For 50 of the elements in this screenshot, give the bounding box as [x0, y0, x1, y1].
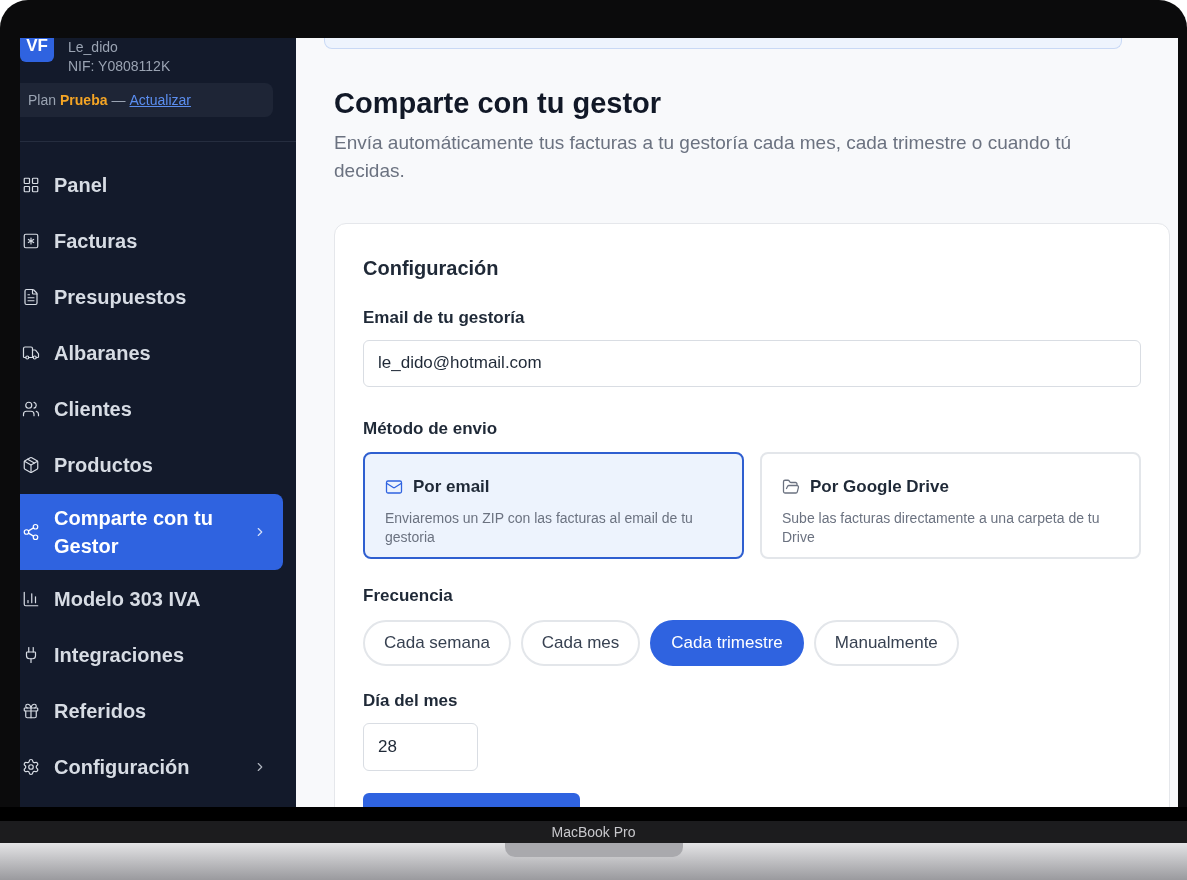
field-label: Método de envio — [363, 417, 499, 440]
frequency-option[interactable]: Cada mes — [520, 619, 641, 666]
field-label: Email de tu gestoría — [363, 307, 526, 329]
sidebar-item[interactable]: Facturas — [20, 214, 283, 268]
plan-separator: — — [111, 90, 126, 110]
page-title: Comparte con tu gestor — [334, 86, 663, 121]
delivery-option[interactable]: Por Google Drive Sube las facturas directamente a una carpeta de tu Drive — [760, 452, 1141, 559]
document-icon — [22, 288, 40, 306]
sidebar-item[interactable]: Presupuestos — [20, 270, 283, 324]
plan-name: Prueba — [60, 90, 108, 110]
truck-icon — [22, 344, 40, 362]
email-input-field[interactable]: le_dido@hotmail.com — [363, 339, 1141, 387]
users-icon — [22, 400, 40, 418]
day-input-field[interactable]: 28 — [363, 723, 478, 771]
field-label: Frecuencia — [363, 585, 454, 607]
page-subtitle: Envía automáticamente tus facturas a tu gestoría cada mes, cada trimestre o cuando tú decidas. — [334, 131, 1073, 183]
settings-icon — [22, 758, 40, 776]
share-icon — [22, 523, 40, 541]
avatar: VF — [20, 38, 54, 62]
document-icon — [22, 232, 40, 250]
option-title: Por Google Drive — [810, 476, 949, 498]
upgrade-link[interactable]: Actualizar — [129, 89, 191, 111]
option-description: Enviaremos un ZIP con las facturas al email de tu gestoria — [385, 508, 694, 547]
sidebar-item[interactable]: Referidos — [20, 684, 283, 738]
sidebar-item[interactable]: Productos — [20, 438, 283, 492]
grid-icon — [22, 176, 40, 194]
account-nif: NIF: Y0808112K — [68, 57, 171, 76]
delivery-option[interactable]: Por email Enviaremos un ZIP con las facturas al email de tu gestoria — [363, 452, 744, 559]
sidebar-item[interactable]: Albaranes — [20, 326, 283, 380]
sidebar-item[interactable]: Configuración — [20, 740, 283, 794]
device-label: MacBook Pro — [551, 822, 636, 842]
mail-icon — [385, 477, 403, 496]
gift-icon — [22, 702, 40, 720]
bar-chart-icon — [22, 590, 40, 608]
folder-icon — [782, 477, 800, 496]
plan-label: Plan — [28, 90, 57, 110]
account-name: Le_dido — [68, 38, 119, 57]
sidebar-item[interactable]: Integraciones — [20, 628, 283, 682]
sidebar-item[interactable]: Comparte con tu Gestor — [20, 494, 283, 570]
field-label: Día del mes — [363, 689, 459, 712]
card-title: Configuración — [363, 256, 500, 281]
option-description: Sube las facturas directamente a una carpeta de tu Drive — [782, 508, 1101, 547]
sidebar-item[interactable]: Modelo 303 IVA — [20, 572, 283, 626]
sidebar-item[interactable]: Clientes — [20, 382, 283, 436]
box-icon — [22, 456, 40, 474]
frequency-option[interactable]: Cada semana — [363, 619, 511, 666]
sidebar-item[interactable]: Panel — [20, 158, 283, 212]
frequency-option[interactable]: Cada trimestre — [650, 619, 804, 666]
option-title: Por email — [413, 476, 490, 498]
frequency-option[interactable]: Manualmente — [813, 619, 959, 666]
